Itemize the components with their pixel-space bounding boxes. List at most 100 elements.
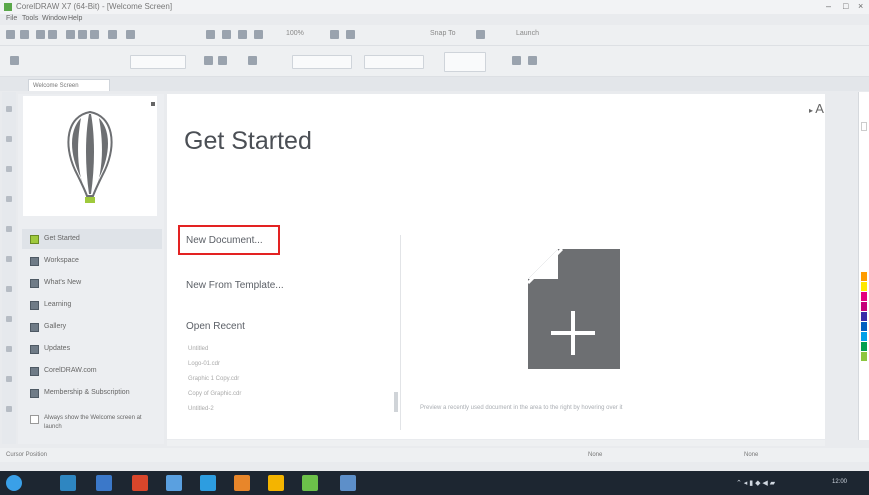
- import-icon[interactable]: [206, 30, 215, 39]
- fill-tool-icon[interactable]: [6, 406, 12, 412]
- swatch[interactable]: [861, 332, 867, 341]
- swatch[interactable]: [861, 342, 867, 351]
- open-icon[interactable]: [20, 30, 29, 39]
- new-icon[interactable]: [6, 30, 15, 39]
- sidebar-item-whats-new[interactable]: What's New: [22, 273, 162, 293]
- options-icon[interactable]: [476, 30, 485, 39]
- crop-tool-icon[interactable]: [6, 166, 12, 172]
- menu-window[interactable]: Window: [42, 15, 67, 22]
- print-icon[interactable]: [48, 30, 57, 39]
- zoom-tool-icon[interactable]: [6, 196, 12, 202]
- rectangle-tool-icon[interactable]: [6, 286, 12, 292]
- sidebar-item-label: What's New: [44, 279, 82, 286]
- always-show-checkbox-row[interactable]: Always show the Welcome screen at launch: [22, 412, 162, 434]
- sidebar-item-workspace[interactable]: Workspace: [22, 251, 162, 271]
- learning-icon: [30, 301, 39, 310]
- pick-tool-icon[interactable]: [6, 106, 12, 112]
- zoom-level[interactable]: 100%: [286, 30, 304, 37]
- swatch[interactable]: [861, 352, 867, 361]
- units-icon[interactable]: [248, 56, 257, 65]
- tab-welcome-screen[interactable]: Welcome Screen: [28, 79, 110, 91]
- outline-status: None: [744, 452, 759, 458]
- app-icon[interactable]: [302, 475, 318, 491]
- paste-icon[interactable]: [90, 30, 99, 39]
- swatch[interactable]: [861, 322, 867, 331]
- system-tray: ⌃ ◂ ▮ ◆ ◀ ▰: [736, 480, 776, 487]
- swatch[interactable]: [861, 312, 867, 321]
- sidebar-item-updates[interactable]: Updates: [22, 339, 162, 359]
- swatch[interactable]: [861, 282, 867, 291]
- portrait-icon[interactable]: [204, 56, 213, 65]
- folder-icon[interactable]: [268, 475, 284, 491]
- current-page-icon[interactable]: [528, 56, 537, 65]
- recent-file-item[interactable]: Untitled-2: [188, 406, 214, 412]
- recent-file-item[interactable]: Copy of Graphic.cdr: [188, 391, 241, 397]
- save-icon[interactable]: [36, 30, 45, 39]
- all-pages-icon[interactable]: [512, 56, 521, 65]
- menu-help[interactable]: Help: [68, 15, 82, 22]
- clock[interactable]: 12:00: [832, 479, 847, 485]
- redo-icon[interactable]: [126, 30, 135, 39]
- cursor-position: Cursor Position: [6, 452, 48, 458]
- menu-file[interactable]: File: [6, 15, 17, 22]
- shape-tool-icon[interactable]: [6, 136, 12, 142]
- recent-file-item[interactable]: Untitled: [188, 346, 208, 352]
- duplicate-distance-field[interactable]: [444, 52, 486, 72]
- freehand-tool-icon[interactable]: [6, 226, 12, 232]
- coreldraw-taskbar-icon[interactable]: [340, 475, 356, 491]
- horizontal-scrollbar[interactable]: [167, 440, 825, 446]
- font-size-toggle[interactable]: ▸ A: [809, 101, 824, 116]
- zoom-icon[interactable]: [254, 30, 263, 39]
- sidebar-item-gallery[interactable]: Gallery: [22, 317, 162, 337]
- publish-pdf-icon[interactable]: [238, 30, 247, 39]
- ellipse-tool-icon[interactable]: [6, 316, 12, 322]
- new-document-icon: [528, 249, 620, 369]
- swatch[interactable]: [861, 122, 867, 131]
- app-icon[interactable]: [166, 475, 182, 491]
- launch-dropdown[interactable]: Launch: [516, 30, 539, 37]
- full-screen-icon[interactable]: [330, 30, 339, 39]
- status-bar: Cursor Position None None: [0, 448, 869, 462]
- text-tool-icon[interactable]: [6, 376, 12, 382]
- menu-tools[interactable]: Tools: [22, 15, 38, 22]
- swatch[interactable]: [861, 292, 867, 301]
- recent-file-item[interactable]: Logo-01.cdr: [188, 361, 220, 367]
- sidebar-item-label: Updates: [44, 345, 71, 352]
- landscape-icon[interactable]: [218, 56, 227, 65]
- page-size-icon[interactable]: [10, 56, 19, 65]
- nudge-field[interactable]: [364, 55, 424, 69]
- cut-icon[interactable]: [66, 30, 75, 39]
- snap-to-dropdown[interactable]: Snap To: [430, 30, 456, 37]
- browser-icon[interactable]: [132, 475, 148, 491]
- standard-toolbar: 100% Snap To Launch: [0, 25, 869, 46]
- sidebar-item-coreldraw-com[interactable]: CorelDRAW.com: [22, 361, 162, 381]
- recent-list-scrollbar[interactable]: [394, 392, 398, 412]
- rulers-icon[interactable]: [346, 30, 355, 39]
- sidebar-item-learning[interactable]: Learning: [22, 295, 162, 315]
- sidebar-item-get-started[interactable]: Get Started: [22, 229, 162, 249]
- app-icon[interactable]: [234, 475, 250, 491]
- open-recent-heading: Open Recent: [186, 321, 245, 332]
- units-field[interactable]: [292, 55, 352, 69]
- app-icon[interactable]: [60, 475, 76, 491]
- artistic-media-icon[interactable]: [6, 256, 12, 262]
- close-icon[interactable]: ×: [858, 1, 863, 11]
- minimize-icon[interactable]: –: [826, 1, 831, 11]
- app-icon[interactable]: [200, 475, 216, 491]
- pin-icon[interactable]: [151, 102, 155, 106]
- recent-file-item[interactable]: Graphic 1 Copy.cdr: [188, 376, 239, 382]
- maximize-icon[interactable]: □: [843, 1, 848, 11]
- new-from-template-link[interactable]: New From Template...: [186, 280, 284, 291]
- swatch[interactable]: [861, 302, 867, 311]
- sidebar-item-membership[interactable]: Membership & Subscription: [22, 383, 162, 403]
- export-icon[interactable]: [222, 30, 231, 39]
- start-icon[interactable]: [6, 475, 22, 491]
- page-size-field[interactable]: [130, 55, 186, 69]
- app-icon[interactable]: [96, 475, 112, 491]
- polygon-tool-icon[interactable]: [6, 346, 12, 352]
- copy-icon[interactable]: [78, 30, 87, 39]
- swatch[interactable]: [861, 272, 867, 281]
- new-document-highlight: [178, 225, 280, 255]
- undo-icon[interactable]: [108, 30, 117, 39]
- always-show-checkbox[interactable]: [30, 415, 39, 424]
